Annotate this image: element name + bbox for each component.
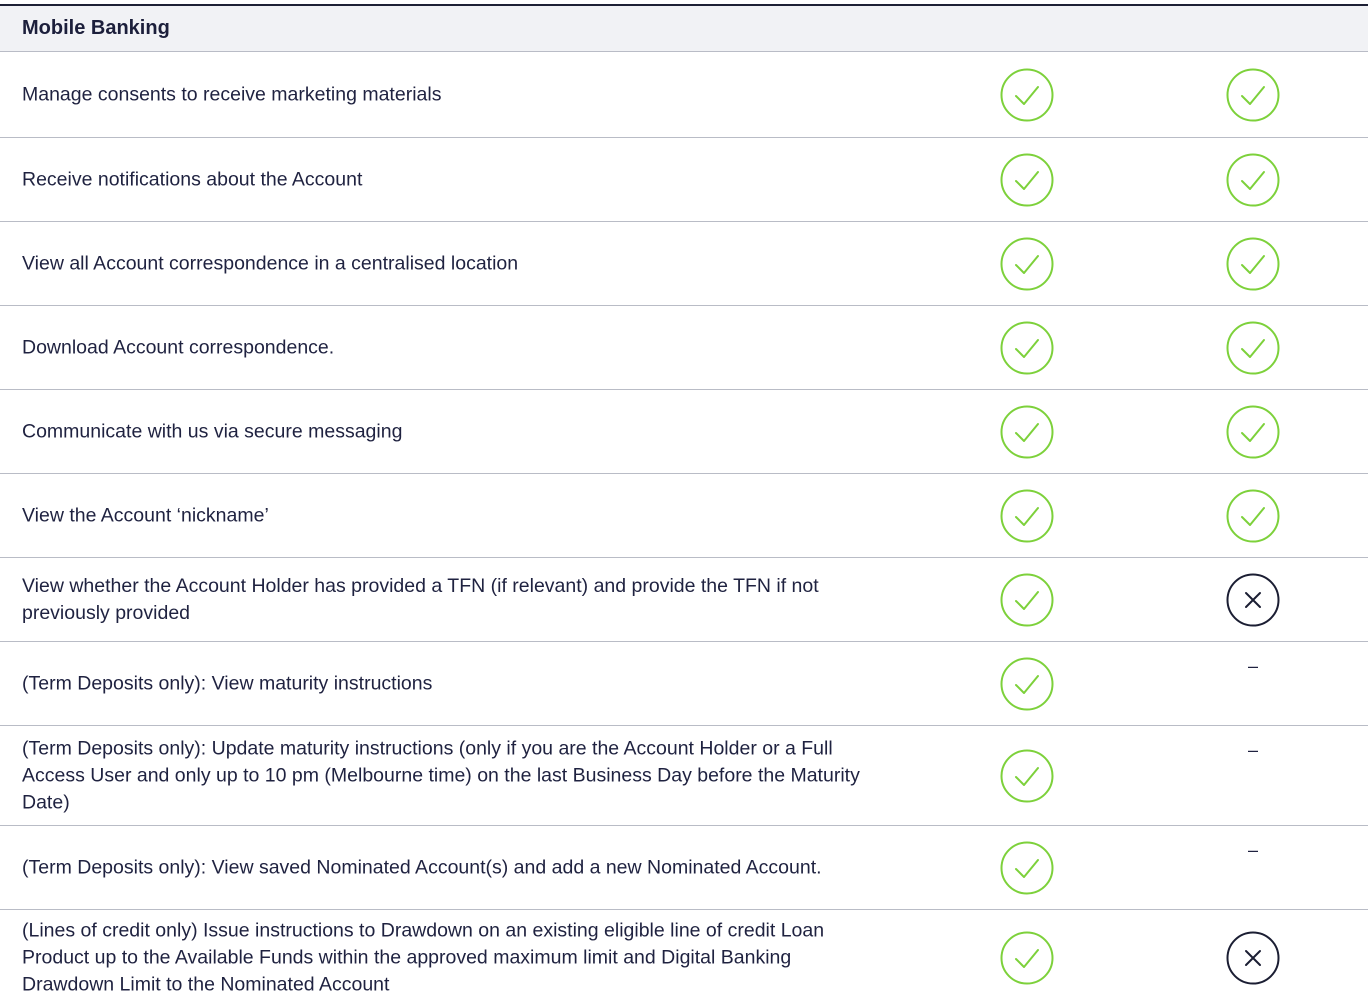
- table-row: Communicate with us via secure messaging: [0, 390, 1368, 474]
- table-row: (Term Deposits only): View saved Nominat…: [0, 826, 1368, 910]
- not-applicable-dash: –: [1247, 656, 1259, 676]
- not-applicable-dash: –: [1247, 840, 1259, 860]
- section-header: Mobile Banking: [0, 6, 1368, 52]
- feature-description: Communicate with us via secure messaging: [22, 420, 403, 442]
- table-row: (Term Deposits only): Update maturity in…: [0, 726, 1368, 826]
- section-title: Mobile Banking: [22, 17, 170, 39]
- feature-description: (Lines of credit only) Issue instruction…: [22, 919, 825, 995]
- check-circle-icon: [999, 572, 1055, 628]
- check-circle-icon: [999, 67, 1055, 123]
- feature-description: View all Account correspondence in a cen…: [22, 252, 519, 274]
- check-circle-icon: [999, 748, 1055, 804]
- check-circle-icon: [1225, 152, 1281, 208]
- check-circle-icon: [1225, 236, 1281, 292]
- cross-circle-icon: [1225, 930, 1281, 986]
- feature-description: (Term Deposits only): View maturity inst…: [22, 672, 433, 694]
- table-row: View the Account ‘nickname’: [0, 474, 1368, 558]
- check-circle-icon: [999, 404, 1055, 460]
- cross-circle-icon: [1225, 572, 1281, 628]
- check-circle-icon: [999, 320, 1055, 376]
- table-row: View all Account correspondence in a cen…: [0, 222, 1368, 306]
- check-circle-icon: [999, 656, 1055, 712]
- not-applicable-dash: –: [1247, 740, 1259, 760]
- feature-description: View the Account ‘nickname’: [22, 504, 269, 526]
- check-circle-icon: [999, 152, 1055, 208]
- table-row: View whether the Account Holder has prov…: [0, 558, 1368, 642]
- table-row: Download Account correspondence.: [0, 306, 1368, 390]
- feature-table: Mobile Banking Manage consents to receiv…: [0, 0, 1368, 1005]
- check-circle-icon: [999, 236, 1055, 292]
- feature-description: (Term Deposits only): View saved Nominat…: [22, 856, 822, 878]
- check-circle-icon: [1225, 67, 1281, 123]
- table-row: (Term Deposits only): View maturity inst…: [0, 642, 1368, 726]
- table-row: Receive notifications about the Account: [0, 138, 1368, 222]
- check-circle-icon: [1225, 320, 1281, 376]
- feature-description: View whether the Account Holder has prov…: [22, 574, 819, 624]
- feature-description: Receive notifications about the Account: [22, 168, 363, 190]
- check-circle-icon: [999, 840, 1055, 896]
- check-circle-icon: [999, 488, 1055, 544]
- feature-description: (Term Deposits only): Update maturity in…: [22, 737, 860, 813]
- check-circle-icon: [1225, 488, 1281, 544]
- check-circle-icon: [1225, 404, 1281, 460]
- check-circle-icon: [999, 930, 1055, 986]
- feature-description: Download Account correspondence.: [22, 336, 335, 358]
- table-row: Manage consents to receive marketing mat…: [0, 53, 1368, 138]
- feature-description: Manage consents to receive marketing mat…: [22, 83, 442, 106]
- table-row: (Lines of credit only) Issue instruction…: [0, 910, 1368, 1005]
